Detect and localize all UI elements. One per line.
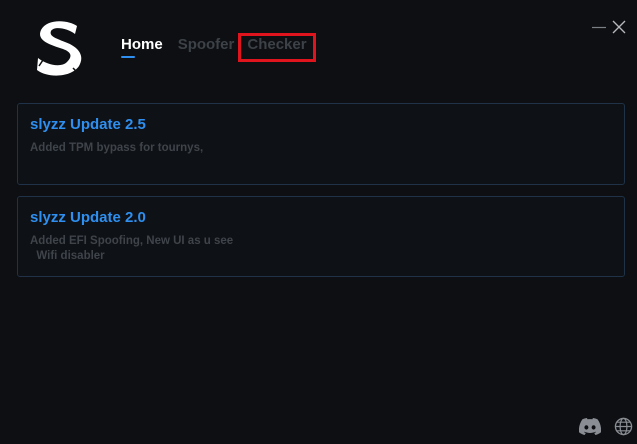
minimize-icon[interactable] xyxy=(591,19,607,35)
app-logo xyxy=(37,21,82,76)
update-title: slyzz Update 2.5 xyxy=(30,116,146,133)
tab-home[interactable]: Home xyxy=(121,36,163,58)
active-tab-indicator xyxy=(121,56,135,58)
main-nav: Home Spoofer Checker xyxy=(121,33,328,62)
discord-icon[interactable] xyxy=(579,418,601,435)
globe-icon[interactable] xyxy=(614,417,633,436)
update-card: slyzz Update 2.0 Added EFI Spoofing, New… xyxy=(17,196,625,277)
window-controls xyxy=(591,19,627,35)
update-body: Added EFI Spoofing, New UI as u see Wifi… xyxy=(30,235,234,262)
update-card: slyzz Update 2.5 Added TPM bypass for to… xyxy=(17,103,625,185)
update-title: slyzz Update 2.0 xyxy=(30,209,146,226)
tab-spoofer[interactable]: Spoofer xyxy=(178,36,235,54)
footer-links xyxy=(579,417,633,436)
tab-checker-label: Checker xyxy=(247,36,307,53)
tab-home-label: Home xyxy=(121,36,163,53)
close-icon[interactable] xyxy=(611,19,627,35)
app-window: Home Spoofer Checker slyzz Update 2.5 Ad… xyxy=(0,0,637,444)
tab-checker[interactable]: Checker xyxy=(238,33,316,62)
tab-spoofer-label: Spoofer xyxy=(177,36,235,53)
update-body: Added TPM bypass for tournys, xyxy=(30,142,204,154)
